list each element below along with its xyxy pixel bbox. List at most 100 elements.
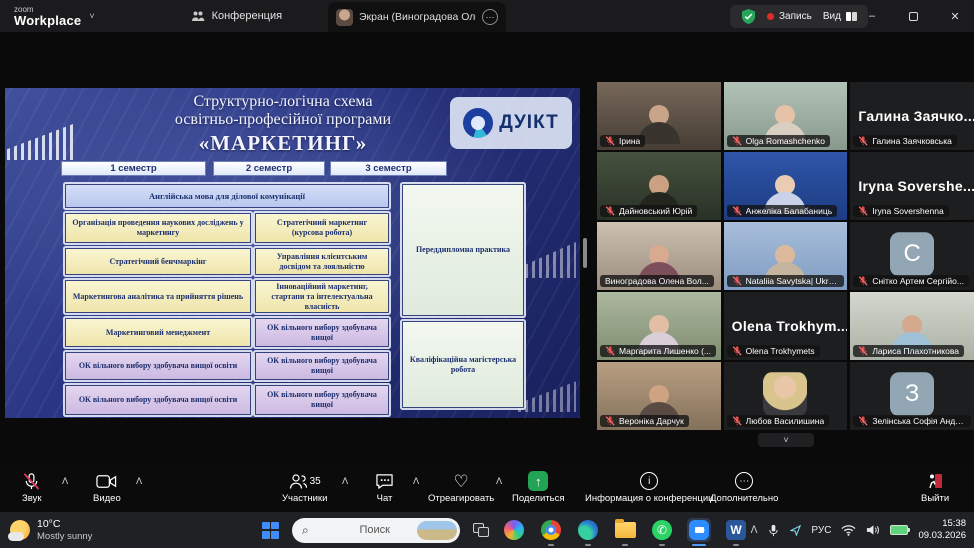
mic-muted-icon [858,346,868,356]
volume-icon[interactable] [866,524,880,536]
participant-name: Маргарита Лишенко (... [619,346,711,356]
semester-header: 3 семестр [330,161,447,176]
video-options-chevron[interactable]: ᐱ [136,476,142,487]
close-button[interactable]: ✕ [946,10,964,23]
maximize-button[interactable] [909,12,918,21]
participant-tile[interactable]: Маргарита Лишенко (... [597,292,721,360]
chat-icon [375,473,394,490]
duikt-logo: ДУІКТ [450,97,572,149]
taskbar-search[interactable]: ⌕ Поиск [292,518,460,543]
participant-tile[interactable]: Iryna Sovershe...Iryna Sovershenna [850,152,974,220]
recording-indicator[interactable]: Запись [767,11,812,22]
participant-name-label: Olena Trokhymets [727,345,820,357]
zoom-workplace-brand[interactable]: zoom Workplace ˅ [14,6,95,27]
more-button[interactable]: ⋯ Дополнительно [710,470,778,504]
search-placeholder: Поиск [360,524,411,536]
mic-status-icon[interactable] [767,524,780,537]
photo-avatar [763,372,807,416]
duikt-logo-text: ДУІКТ [499,112,559,134]
participant-tile[interactable]: Ірина [597,82,721,150]
participant-tile[interactable]: Вероніка Дарчук [597,362,721,430]
participants-button[interactable]: 35 Участники [282,470,327,504]
participant-tile[interactable]: Nataliia Savytska| Ukra... [724,222,848,290]
tab-more-icon[interactable]: ⋯ [482,9,498,25]
security-shield-icon[interactable] [741,9,756,24]
course-cell: Кваліфікаційна магістерська робота [402,321,524,408]
video-button[interactable]: Видео [93,470,121,504]
tab-shared-screen[interactable]: Экран (Виноградова Олена Волс ⋯ [328,2,506,32]
chat-button[interactable]: Чат [375,470,394,504]
participant-tile[interactable]: Виноградова Олена Вол... [597,222,721,290]
course-rows: Організація проведення наукових дослідже… [65,213,389,415]
task-view-button[interactable] [473,523,489,537]
mic-muted-icon [605,206,615,216]
title-bar: zoom Workplace ˅ Конференция Экран (Вино… [0,0,974,32]
chrome-icon[interactable] [539,518,563,542]
participant-tile[interactable]: Olga Romashchenko [724,82,848,150]
participant-name: Снітко Артем Сергійо... [872,276,964,286]
share-button[interactable]: ↑ Поделиться [512,470,564,504]
weather-widget[interactable]: 10°C Mostly sunny [10,518,92,542]
participant-name: Olena Trokhymets [746,346,815,356]
audio-options-chevron[interactable]: ᐱ [62,476,68,487]
mic-muted-icon [732,346,742,356]
participant-tile[interactable]: Галина Заячко...Галина Заячковська [850,82,974,150]
duikt-logo-icon [463,108,493,138]
view-button[interactable]: Вид [823,11,857,22]
participant-name-label: Зелінська Софія Андр... [853,415,971,427]
mic-muted-icon [605,416,615,426]
zoom-app-icon[interactable] [687,518,711,542]
slide-title: Структурно-логічна схема освітньо-профес… [113,93,453,155]
participant-name: Nataliia Savytska| Ukra... [746,276,840,286]
audio-button[interactable]: Звук [22,470,41,504]
participant-tile[interactable]: CСнітко Артем Сергійо... [850,222,974,290]
language-indicator[interactable]: РУС [811,525,831,536]
clock-date: 09.03.2026 [918,530,966,542]
view-label: Вид [823,11,841,22]
participant-tile[interactable]: Лариса Плахотникова [850,292,974,360]
participant-tile[interactable]: Olena Trokhym...Olena Trokhymets [724,292,848,360]
mic-muted-icon [22,472,41,491]
clock[interactable]: 15:38 09.03.2026 [918,518,966,542]
file-explorer-icon[interactable] [613,518,637,542]
mic-muted-icon [858,276,868,286]
participant-name-label: Nataliia Savytska| Ukra... [727,275,845,287]
people-icon [191,10,205,22]
participant-name-label: Любов Василишина [727,415,830,427]
react-options-chevron[interactable]: ᐱ [496,476,502,487]
tab-meeting[interactable]: Конференция [191,10,282,22]
start-button[interactable] [262,522,279,539]
meeting-toolbar: Звук ᐱ Видео ᐱ 35 Уч [0,466,974,512]
minimize-button[interactable]: – [863,10,881,22]
chevron-down-icon: ˅ [89,11,94,21]
copilot-icon[interactable] [502,518,526,542]
collapse-gallery-button[interactable]: ˅ [758,433,814,447]
course-cell: ОК вільного вибору здобувача вищої [255,352,389,380]
chat-options-chevron[interactable]: ᐱ [413,476,419,487]
participant-name-label: Виноградова Олена Вол... [600,275,714,287]
course-cell: Маркетинговий менеджмент [65,318,251,347]
participant-tile[interactable]: Дайновський Юрій [597,152,721,220]
mic-muted-icon [858,136,868,146]
leave-button[interactable]: Выйти [921,470,949,504]
participant-tile[interactable]: Любов Василишина [724,362,848,430]
participants-options-chevron[interactable]: ᐱ [342,476,348,487]
battery-icon[interactable] [890,525,908,535]
edge-icon[interactable] [576,518,600,542]
share-screen-icon: ↑ [528,471,548,491]
scrollbar-thumb[interactable] [583,238,587,268]
word-icon[interactable]: W [724,518,748,542]
participant-tile[interactable]: ЗЗелінська Софія Андр... [850,362,974,430]
meeting-info-button[interactable]: i Информация о конференции [585,470,714,504]
wifi-icon[interactable] [841,524,856,536]
react-button[interactable]: ♡ Отреагировать [428,470,494,504]
clock-time: 15:38 [918,518,966,530]
participant-tile[interactable]: Анжеліка Балабаниць [724,152,848,220]
hidden-icons-chevron[interactable]: ᐱ [751,525,758,536]
participants-count: 35 [310,476,321,487]
meeting-status-pill: Запись Вид [730,5,868,28]
participant-name: Зелінська Софія Андр... [872,416,966,426]
heart-icon: ♡ [454,473,469,490]
whatsapp-icon[interactable]: ✆ [650,518,674,542]
course-cell: ОК вільного вибору здобувача вищої [255,385,389,415]
